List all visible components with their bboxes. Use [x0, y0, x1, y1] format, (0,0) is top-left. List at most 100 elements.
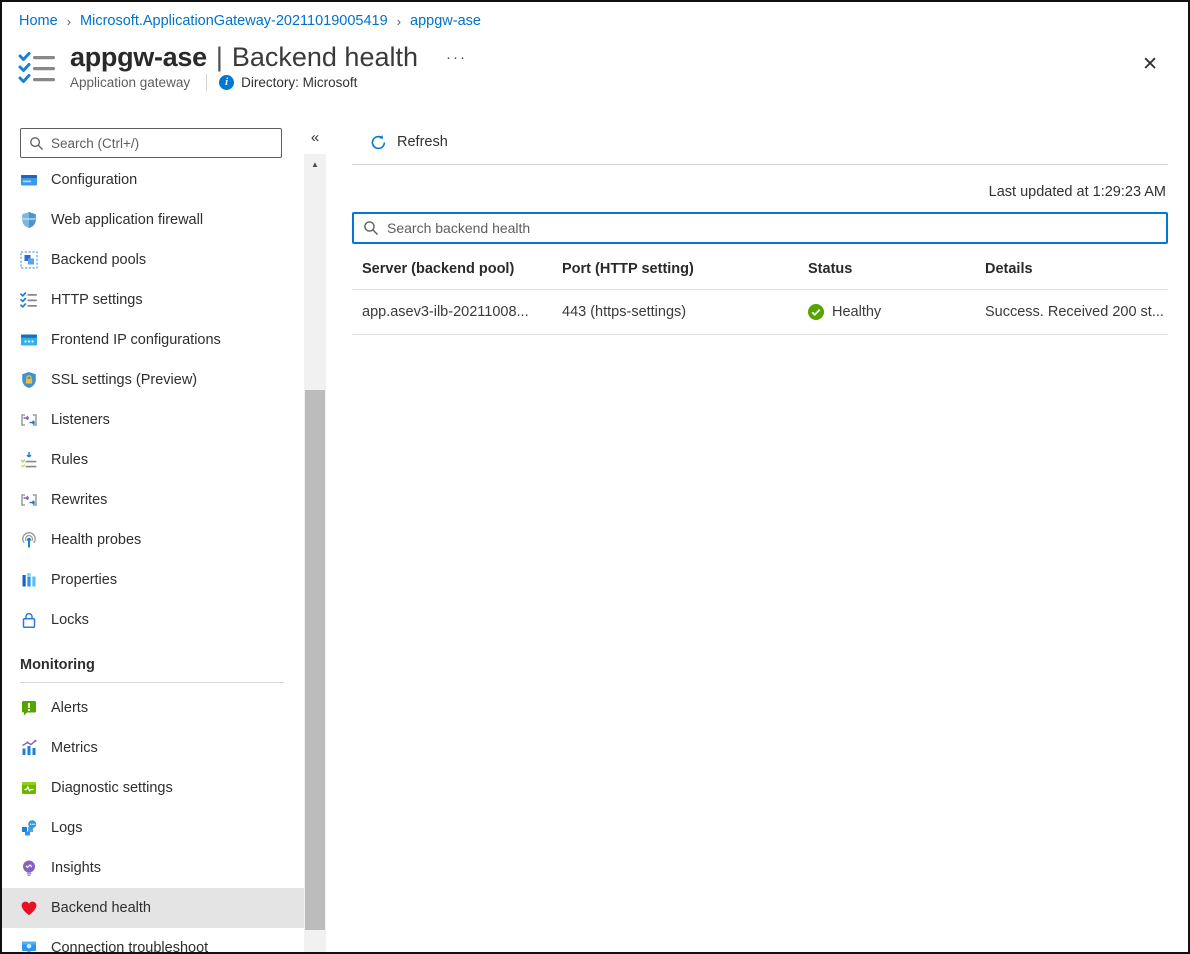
cell-port: 443 (https-settings)	[562, 304, 808, 320]
healthy-check-icon	[808, 304, 824, 320]
subtitle-divider	[206, 74, 207, 91]
breadcrumb-resource[interactable]: appgw-ase	[410, 13, 481, 29]
sidebar-collapse-icon[interactable]: «	[304, 120, 326, 154]
sidebar-item-label: Web application firewall	[51, 212, 203, 228]
sidebar-scroll-rail: « ▲	[304, 120, 326, 952]
firewall-shield-icon	[20, 211, 38, 229]
refresh-label: Refresh	[397, 134, 448, 150]
lock-icon	[20, 611, 38, 629]
page-name: Backend health	[232, 42, 418, 73]
sidebar-item-rewrites[interactable]: Rewrites	[2, 480, 304, 520]
breadcrumb: Home › Microsoft.ApplicationGateway-2021…	[2, 2, 1188, 40]
sidebar-item-ssl-settings[interactable]: SSL settings (Preview)	[2, 360, 304, 400]
alerts-icon	[20, 699, 38, 717]
cell-server: app.asev3-ilb-20211008...	[362, 304, 562, 320]
sidebar-search-input[interactable]	[51, 136, 273, 151]
breadcrumb-separator-icon: ›	[67, 14, 71, 29]
sidebar-item-insights[interactable]: Insights	[2, 848, 304, 888]
page-title: appgw-ase | Backend health ···	[70, 42, 467, 73]
command-bar: Refresh	[352, 120, 1168, 165]
checklist-icon	[20, 291, 38, 309]
sidebar: Configuration Web application firewall B…	[2, 120, 304, 952]
sidebar-item-label: Properties	[51, 572, 117, 588]
title-separator: |	[216, 42, 223, 73]
sidebar-item-logs[interactable]: Logs	[2, 808, 304, 848]
backend-health-search-input[interactable]	[387, 220, 1157, 236]
sidebar-item-label: Health probes	[51, 532, 141, 548]
column-header-details: Details	[985, 261, 1168, 277]
sidebar-item-label: Logs	[51, 820, 82, 836]
scrollbar-up-icon[interactable]: ▲	[304, 160, 326, 169]
sidebar-item-diagnostic-settings[interactable]: Diagnostic settings	[2, 768, 304, 808]
sidebar-item-label: Frontend IP configurations	[51, 332, 221, 348]
column-header-status: Status	[808, 261, 985, 277]
sidebar-item-label: Metrics	[51, 740, 98, 756]
sidebar-item-alerts[interactable]: Alerts	[2, 688, 304, 728]
sidebar-item-web-application-firewall[interactable]: Web application firewall	[2, 200, 304, 240]
sidebar-search-box[interactable]	[20, 128, 282, 158]
backend-health-search-box[interactable]	[352, 212, 1168, 244]
sidebar-item-connection-troubleshoot[interactable]: Connection troubleshoot	[2, 928, 304, 952]
probe-antenna-icon	[20, 531, 38, 549]
rules-checklist-icon	[20, 451, 38, 469]
sidebar-item-label: Locks	[51, 612, 89, 628]
metrics-icon	[20, 739, 38, 757]
info-icon: i	[219, 75, 234, 90]
rewrites-arrows-icon	[20, 491, 38, 509]
breadcrumb-resource-group[interactable]: Microsoft.ApplicationGateway-20211019005…	[80, 13, 388, 29]
sidebar-item-rules[interactable]: Rules	[2, 440, 304, 480]
sidebar-item-label: HTTP settings	[51, 292, 143, 308]
sidebar-item-label: Rewrites	[51, 492, 107, 508]
table-row: app.asev3-ilb-20211008... 443 (https-set…	[352, 290, 1168, 335]
resource-name: appgw-ase	[70, 42, 207, 73]
sidebar-item-backend-pools[interactable]: Backend pools	[2, 240, 304, 280]
sidebar-item-properties[interactable]: Properties	[2, 560, 304, 600]
sidebar-item-label: Connection troubleshoot	[51, 940, 208, 952]
breadcrumb-home[interactable]: Home	[19, 13, 58, 29]
sidebar-menu: Configuration Web application firewall B…	[2, 160, 304, 952]
sidebar-item-locks[interactable]: Locks	[2, 600, 304, 640]
monitoring-section-header: Monitoring	[2, 640, 304, 673]
connection-troubleshoot-icon	[20, 939, 38, 952]
sidebar-item-backend-health[interactable]: Backend health	[2, 888, 304, 928]
breadcrumb-separator-icon: ›	[397, 14, 401, 29]
sidebar-item-http-settings[interactable]: HTTP settings	[2, 280, 304, 320]
diagnostic-settings-icon	[20, 779, 38, 797]
table-header-row: Server (backend pool) Port (HTTP setting…	[352, 246, 1168, 290]
refresh-icon	[370, 134, 387, 151]
scrollbar-thumb[interactable]	[305, 390, 325, 930]
subtitle: Application gateway i Directory: Microso…	[70, 74, 467, 91]
page-body: Configuration Web application firewall B…	[2, 120, 1188, 952]
sidebar-item-frontend-ip-configurations[interactable]: Frontend IP configurations	[2, 320, 304, 360]
sidebar-item-listeners[interactable]: Listeners	[2, 400, 304, 440]
page-header: appgw-ase | Backend health ··· Applicati…	[2, 40, 1188, 120]
cell-status: Healthy	[808, 304, 985, 320]
sidebar-search-row	[2, 120, 304, 166]
search-icon	[363, 220, 379, 236]
column-header-server: Server (backend pool)	[362, 261, 562, 277]
title-block: appgw-ase | Backend health ··· Applicati…	[70, 42, 467, 120]
more-options-icon[interactable]: ···	[446, 49, 467, 66]
sidebar-item-label: Listeners	[51, 412, 110, 428]
sidebar-item-health-probes[interactable]: Health probes	[2, 520, 304, 560]
last-updated-text: Last updated at 1:29:23 AM	[352, 165, 1168, 212]
properties-bars-icon	[20, 571, 38, 589]
backend-pools-icon	[20, 251, 38, 269]
sidebar-item-label: Configuration	[51, 172, 137, 188]
sidebar-item-label: Backend pools	[51, 252, 146, 268]
sidebar-item-label: Alerts	[51, 700, 88, 716]
sidebar-item-label: Backend health	[51, 900, 151, 916]
sidebar-item-label: Diagnostic settings	[51, 780, 173, 796]
sidebar-item-metrics[interactable]: Metrics	[2, 728, 304, 768]
sidebar-item-label: SSL settings (Preview)	[51, 372, 197, 388]
search-icon	[29, 136, 44, 151]
refresh-button[interactable]: Refresh	[364, 130, 454, 155]
status-label: Healthy	[832, 304, 881, 320]
sidebar-item-configuration[interactable]: Configuration	[2, 160, 304, 200]
sidebar-item-label: Rules	[51, 452, 88, 468]
scrollbar-track[interactable]: ▲	[304, 154, 326, 952]
close-icon[interactable]: ✕	[1142, 53, 1158, 76]
directory-label: Directory: Microsoft	[241, 75, 357, 90]
insights-bulb-icon	[20, 859, 38, 877]
logs-icon	[20, 819, 38, 837]
